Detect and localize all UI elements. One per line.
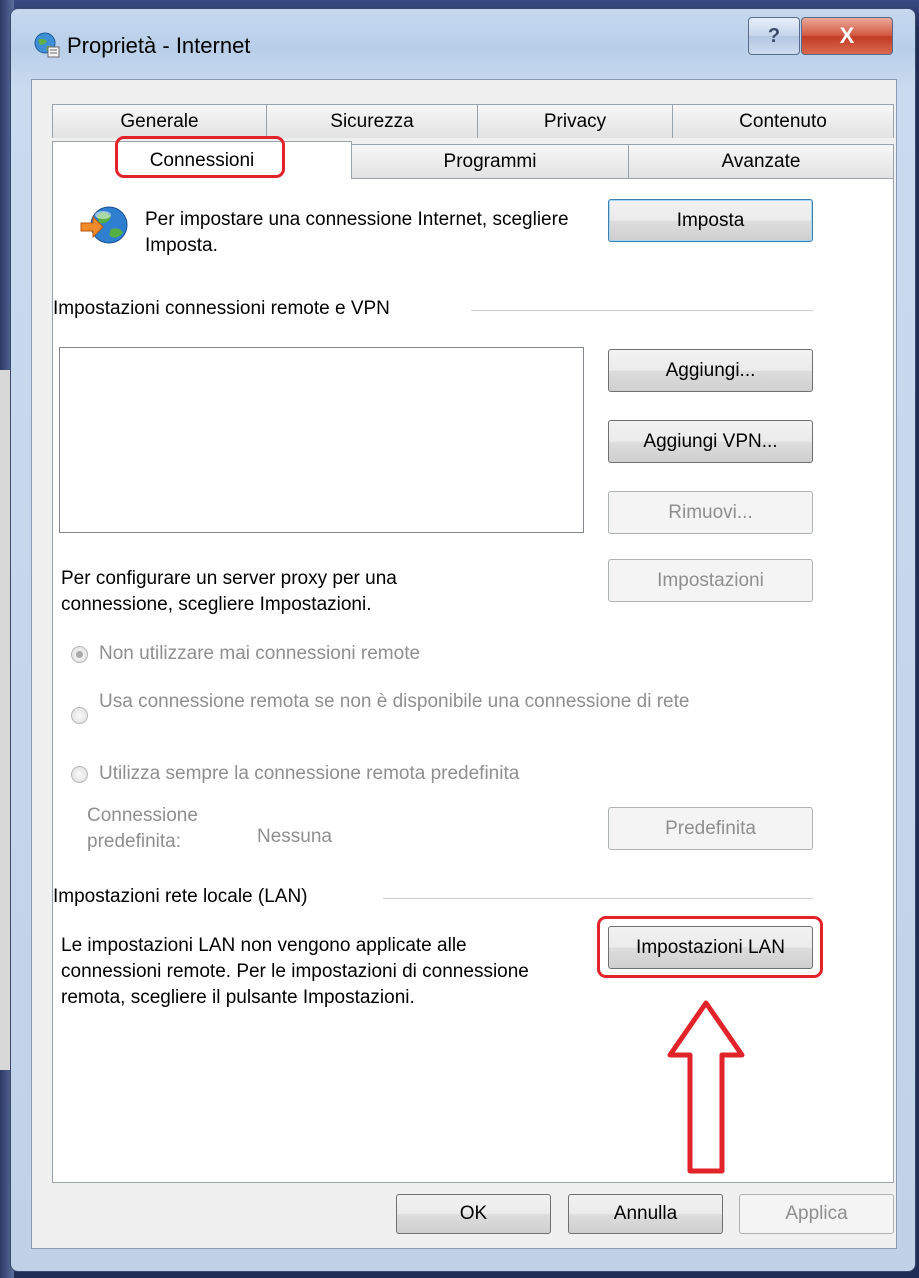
internet-properties-dialog: Proprietà - Internet ? X Generale Sicure… [10,8,916,1272]
tab-programmi[interactable]: Programmi [351,144,629,178]
imposta-button[interactable]: Imposta [608,199,813,242]
internet-options-icon [33,31,61,63]
radio-always-dial-indicator[interactable] [71,766,88,783]
window-title: Proprietà - Internet [67,33,251,58]
radio-dial-when-no-network-label: Usa connessione remota se non è disponib… [99,691,690,712]
ok-button[interactable]: OK [396,1194,551,1234]
annulla-button[interactable]: Annulla [568,1194,723,1234]
lan-description: Le impostazioni LAN non vengono applicat… [61,935,529,1008]
remote-group-divider [471,310,813,311]
globe-connection-icon [79,201,129,255]
radio-dial-when-no-network-indicator[interactable] [71,707,88,724]
lan-group-divider [383,898,813,899]
default-connection-label: Connessione predefinita: [87,805,198,852]
rimuovi-button[interactable]: Rimuovi... [608,491,813,534]
tab-avanzate[interactable]: Avanzate [628,144,894,178]
aggiungi-vpn-button[interactable]: Aggiungi VPN... [608,420,813,463]
remote-group-label: Impostazioni connessioni remote e VPN [53,298,390,319]
tab-privacy[interactable]: Privacy [477,104,673,138]
default-connection-value: Nessuna [257,826,332,847]
title-bar[interactable]: Proprietà - Internet ? X [11,9,915,79]
lan-group-label: Impostazioni rete locale (LAN) [53,886,308,907]
impostazioni-button[interactable]: Impostazioni [608,559,813,602]
dialog-content: Generale Sicurezza Privacy Contenuto Con… [31,79,897,1249]
applica-button[interactable]: Applica [739,1194,894,1234]
tab-generale[interactable]: Generale [52,104,267,138]
radio-never-dial-indicator[interactable] [71,646,88,663]
help-icon: ? [767,24,781,47]
lan-button-highlight [597,916,823,978]
red-arrow-annotation [666,999,746,1181]
help-button[interactable]: ? [748,17,800,55]
connessioni-tab-highlight [115,136,285,178]
radio-never-dial-label: Non utilizzare mai connessioni remote [99,643,421,664]
setup-description: Per impostare una connessione Internet, … [145,209,569,256]
predefinita-button[interactable]: Predefinita [608,807,813,850]
connections-list[interactable] [59,347,584,533]
tab-panel-connessioni: Per impostare una connessione Internet, … [52,178,894,1183]
tab-contenuto[interactable]: Contenuto [672,104,894,138]
tab-sicurezza[interactable]: Sicurezza [266,104,478,138]
aggiungi-button[interactable]: Aggiungi... [608,349,813,392]
radio-always-dial-label: Utilizza sempre la connessione remota pr… [99,763,520,784]
proxy-description: Per configurare un server proxy per una … [61,568,397,615]
close-icon: X [839,23,855,48]
close-button[interactable]: X [801,17,893,55]
